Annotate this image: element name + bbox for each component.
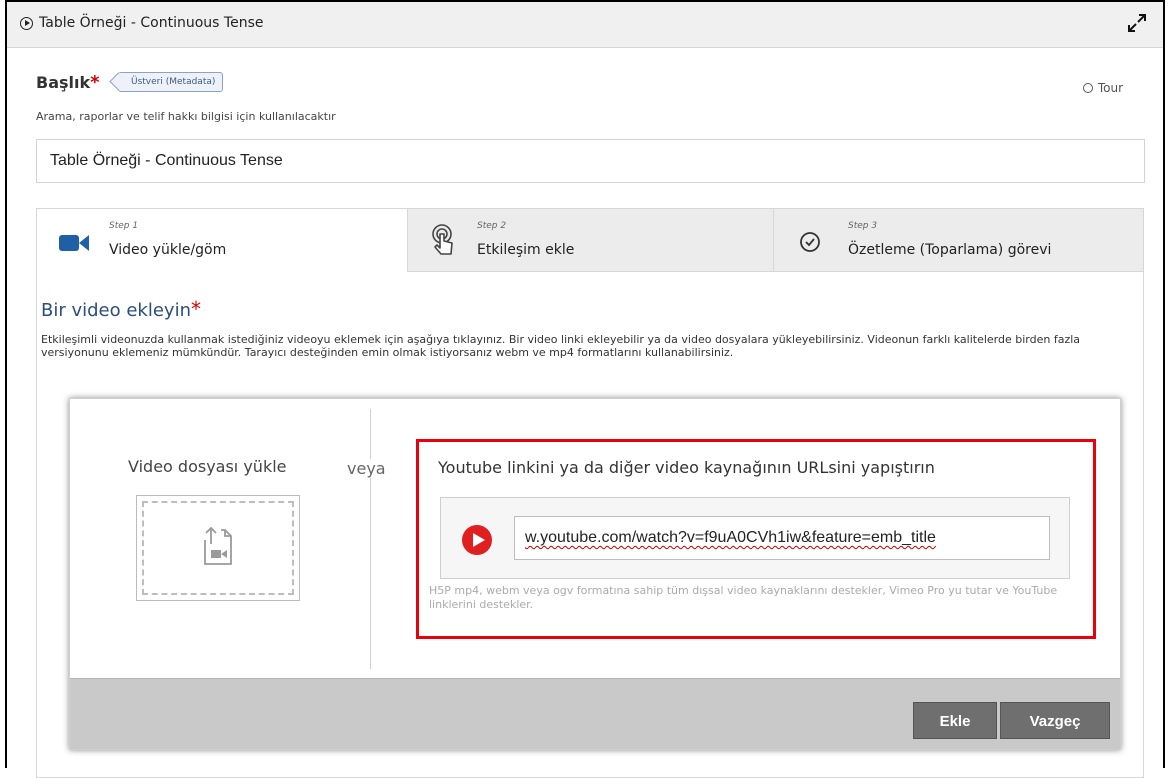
tab-label: Video yükle/göm <box>109 242 227 258</box>
section-description: Etkileşimli videonuzda kullanmak istediğ… <box>41 333 1081 359</box>
video-url-input[interactable]: w.youtube.com/watch?v=f9uA0CVh1iw&featur… <box>514 516 1050 560</box>
required-asterisk: * <box>90 72 100 93</box>
window-title: Table Örneği - Continuous Tense <box>39 15 264 31</box>
check-circle-icon <box>800 232 820 252</box>
upload-file-icon <box>204 526 232 565</box>
tab-step-2[interactable]: Step 2 Etkileşim ekle <box>407 209 773 272</box>
video-url-text: w.youtube.com/watch?v=f9uA0CVh1iw&featur… <box>525 529 936 546</box>
title-input[interactable]: Table Örneği - Continuous Tense <box>36 139 1145 183</box>
step-number: Step 1 <box>109 221 139 231</box>
play-circle-icon <box>20 17 33 30</box>
url-heading: Youtube linkini ya da diğer video kaynağ… <box>438 458 935 477</box>
cancel-button[interactable]: Vazgeç <box>1000 702 1110 739</box>
title-field-label: Başlık* <box>36 72 100 93</box>
tab-label: Etkileşim ekle <box>477 242 575 258</box>
tab-label: Özetleme (Toparlama) görevi <box>848 242 1052 258</box>
or-divider <box>370 409 371 669</box>
step-number: Step 3 <box>848 221 878 231</box>
tour-icon <box>1082 83 1093 93</box>
youtube-play-icon <box>462 525 492 555</box>
dialog-footer: Ekle Vazgeç <box>70 678 1120 749</box>
upload-video-button[interactable] <box>136 495 300 601</box>
section-title-text: Bir video ekleyin <box>41 300 191 321</box>
title-bar: Table Örneği - Continuous Tense <box>7 2 1163 48</box>
url-input-group: w.youtube.com/watch?v=f9uA0CVh1iw&featur… <box>440 497 1070 579</box>
editor-frame: Table Örneği - Continuous Tense Başlık* … <box>5 0 1165 778</box>
video-camera-icon <box>59 235 89 251</box>
tab-step-3[interactable]: Step 3 Özetleme (Toparlama) görevi <box>773 209 1143 272</box>
tab-step-1[interactable]: Step 1 Video yükle/göm <box>37 209 407 272</box>
touch-icon <box>432 224 453 255</box>
section-title: Bir video ekleyin* <box>41 297 201 321</box>
tour-label: Tour <box>1097 81 1123 95</box>
expand-icon[interactable] <box>1125 11 1149 35</box>
required-asterisk: * <box>191 297 201 321</box>
add-button[interactable]: Ekle <box>913 702 997 739</box>
tour-link[interactable]: Tour <box>1082 81 1123 95</box>
add-video-dialog: Video dosyası yükle veya Youtube linkini… <box>69 398 1121 750</box>
url-highlight-box: Youtube linkini ya da diğer video kaynağ… <box>416 439 1096 639</box>
metadata-button[interactable]: Üstveri (Metadata) <box>118 72 224 92</box>
or-label: veya <box>347 459 386 478</box>
title-field-description: Arama, raporlar ve telif hakkı bilgisi i… <box>36 110 336 123</box>
url-help-text: H5P mp4, webm veya ogv formatına sahip t… <box>429 584 1058 611</box>
step-number: Step 2 <box>477 221 507 231</box>
title-label-text: Başlık <box>36 73 91 92</box>
upload-title: Video dosyası yükle <box>128 457 287 476</box>
